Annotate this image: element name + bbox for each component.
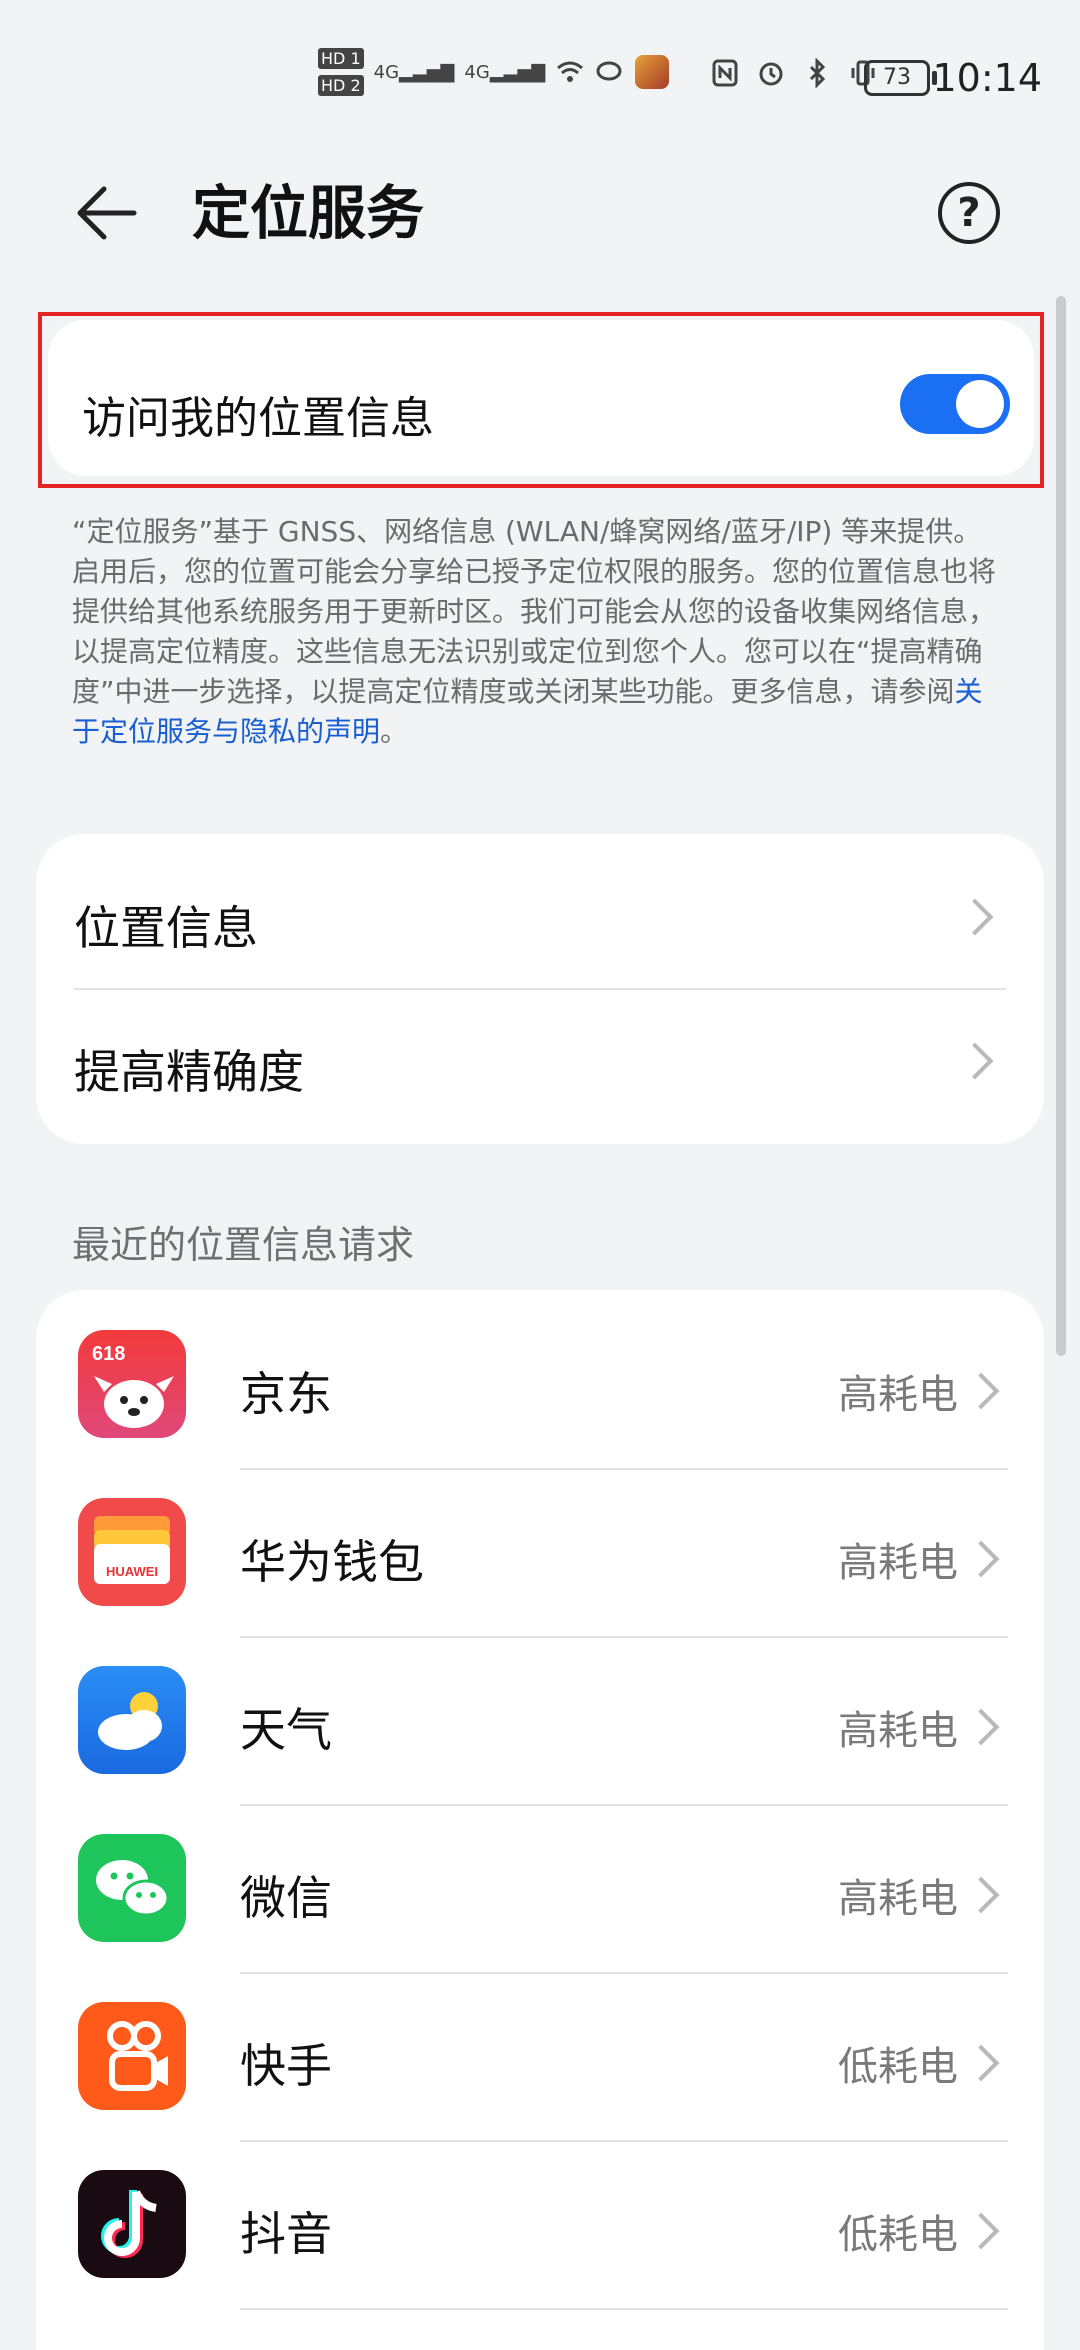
hd1-badge: HD 1 — [318, 48, 364, 69]
wechat-icon — [78, 1834, 186, 1942]
bluetooth-icon — [809, 58, 826, 88]
status-icons-left: HD 1 HD 2 4G▂▃▅▇ 4G▂▃▅▇ — [318, 48, 670, 96]
option-improve-accuracy[interactable]: 提高精确度 — [74, 988, 1006, 1132]
app-name: 快手 — [240, 2039, 332, 2093]
chevron-right-icon — [962, 2212, 1000, 2250]
hd-badges: HD 1 HD 2 — [318, 48, 364, 96]
wifi-icon — [557, 61, 584, 82]
chevron-right-icon — [962, 2044, 1000, 2082]
app-row-wechat[interactable]: 微信 高耗电 — [36, 1794, 1044, 1962]
scrollbar[interactable] — [1056, 296, 1066, 1356]
access-location-label: 访问我的位置信息 — [82, 393, 434, 444]
game-app-icon — [635, 55, 670, 89]
app-name: 华为钱包 — [240, 1535, 424, 1589]
chevron-right-icon — [962, 1708, 1000, 1746]
help-icon[interactable]: ? — [938, 182, 1000, 244]
recent-apps-list: 618 京东 高耗电 HUAWEI 华为钱包 高耗电 天气 高耗电 微信 高耗电… — [36, 1290, 1044, 2350]
nfc-icon — [712, 59, 738, 87]
option-label: 提高精确度 — [74, 1045, 304, 1099]
access-location-highlight: 访问我的位置信息 — [38, 312, 1044, 488]
recent-requests-title: 最近的位置信息请求 — [72, 1223, 415, 1267]
chevron-right-icon — [962, 1876, 1000, 1914]
divider — [240, 2308, 1008, 2310]
option-location-info[interactable]: 位置信息 — [74, 844, 1006, 988]
jd-icon: 618 — [78, 1330, 186, 1438]
clock: 10:14 — [932, 56, 1042, 100]
app-name: 天气 — [240, 1703, 332, 1757]
svg-text:618: 618 — [92, 1343, 125, 1365]
app-power-usage: 高耗电 — [838, 1372, 958, 1418]
app-name: 微信 — [240, 1871, 332, 1925]
status-icons-right — [710, 58, 878, 88]
app-name: 抖音 — [240, 2207, 332, 2261]
hd2-badge: HD 2 — [318, 75, 364, 96]
description-text: “定位服务”基于 GNSS、网络信息 (WLAN/蜂窝网络/蓝牙/IP) 等来提… — [72, 515, 997, 708]
location-description: “定位服务”基于 GNSS、网络信息 (WLAN/蜂窝网络/蓝牙/IP) 等来提… — [72, 512, 1008, 752]
weather-icon — [78, 1666, 186, 1774]
app-power-usage: 低耗电 — [838, 2212, 958, 2258]
alarm-icon — [759, 62, 783, 86]
chevron-right-icon — [962, 1372, 1000, 1410]
app-power-usage: 高耗电 — [838, 1708, 958, 1754]
douyin-icon — [78, 2170, 186, 2278]
chevron-right-icon — [956, 898, 994, 936]
page-title: 定位服务 — [192, 179, 425, 247]
app-power-usage: 高耗电 — [838, 1876, 958, 1922]
app-row-jd[interactable]: 618 京东 高耗电 — [36, 1290, 1044, 1458]
access-location-toggle[interactable] — [900, 374, 1010, 434]
status-bar: HD 1 HD 2 4G▂▃▅▇ 4G▂▃▅▇ 73 10:14 — [0, 0, 1080, 120]
chevron-right-icon — [956, 1042, 994, 1080]
signal1-icon: 4G▂▃▅▇ — [373, 61, 455, 83]
description-end: 。 — [380, 715, 409, 748]
app-row-douyin[interactable]: 抖音 低耗电 — [36, 2130, 1044, 2298]
svg-text:HUAWEI: HUAWEI — [106, 1564, 158, 1579]
battery-indicator: 73 — [864, 60, 937, 96]
app-row-huawei-wallet[interactable]: HUAWEI 华为钱包 高耗电 — [36, 1458, 1044, 1626]
chevron-right-icon — [962, 1540, 1000, 1578]
huawei-wallet-icon: HUAWEI — [78, 1498, 186, 1606]
app-power-usage: 低耗电 — [838, 2044, 958, 2090]
back-arrow-icon[interactable] — [72, 178, 142, 248]
access-location-row[interactable]: 访问我的位置信息 — [48, 320, 1034, 476]
chat-icon — [596, 61, 622, 81]
app-name: 京东 — [240, 1367, 332, 1421]
option-label: 位置信息 — [74, 901, 258, 955]
location-options-card: 位置信息 提高精确度 — [36, 834, 1044, 1144]
toggle-knob — [956, 380, 1004, 428]
kuaishou-icon — [78, 2002, 186, 2110]
signal2-icon: 4G▂▃▅▇ — [464, 61, 546, 83]
app-power-usage: 高耗电 — [838, 1540, 958, 1586]
app-row-weather[interactable]: 天气 高耗电 — [36, 1626, 1044, 1794]
app-row-kuaishou[interactable]: 快手 低耗电 — [36, 1962, 1044, 2130]
